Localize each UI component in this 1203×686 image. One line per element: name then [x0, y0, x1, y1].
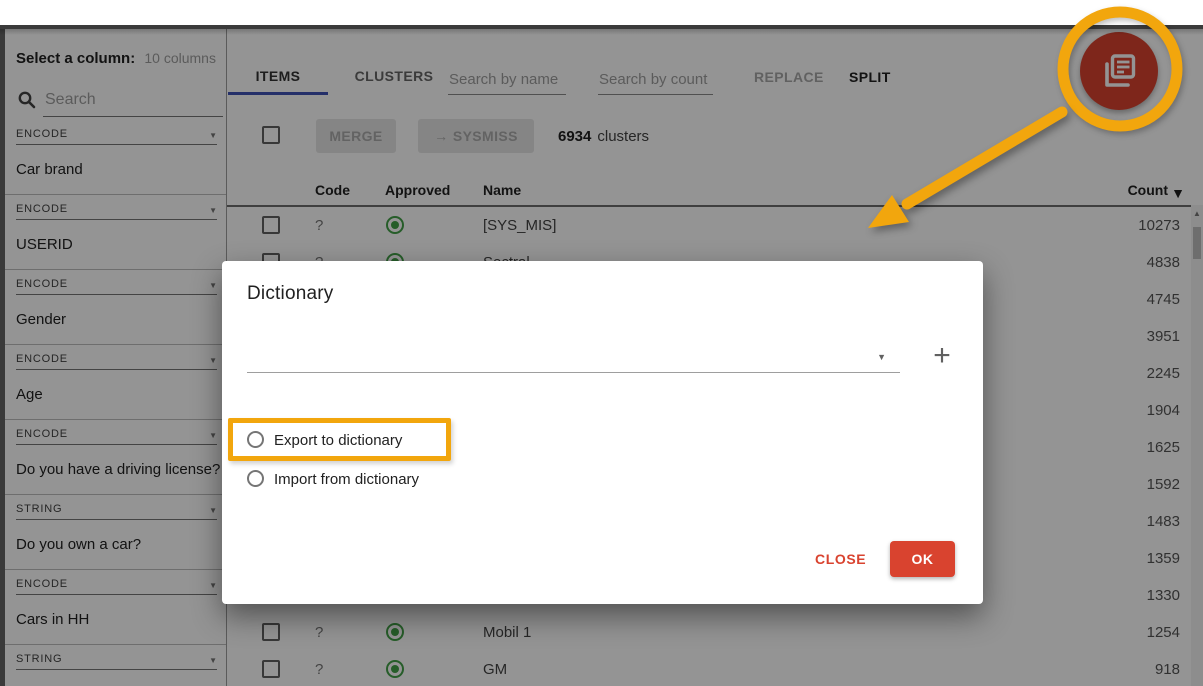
ok-button[interactable]: OK — [890, 541, 955, 577]
top-strip — [0, 0, 1203, 25]
add-dictionary-button[interactable]: + — [922, 338, 962, 374]
dictionary-select[interactable]: ▼ — [247, 337, 900, 373]
option-label[interactable]: Import from dictionary — [274, 471, 419, 488]
arrow-annotation — [850, 100, 1080, 250]
dialog-title: Dictionary — [247, 283, 333, 305]
highlight-box-annotation — [228, 418, 451, 461]
chevron-down-icon: ▼ — [877, 352, 886, 362]
radio-icon[interactable] — [247, 470, 264, 487]
close-button[interactable]: CLOSE — [815, 551, 866, 567]
